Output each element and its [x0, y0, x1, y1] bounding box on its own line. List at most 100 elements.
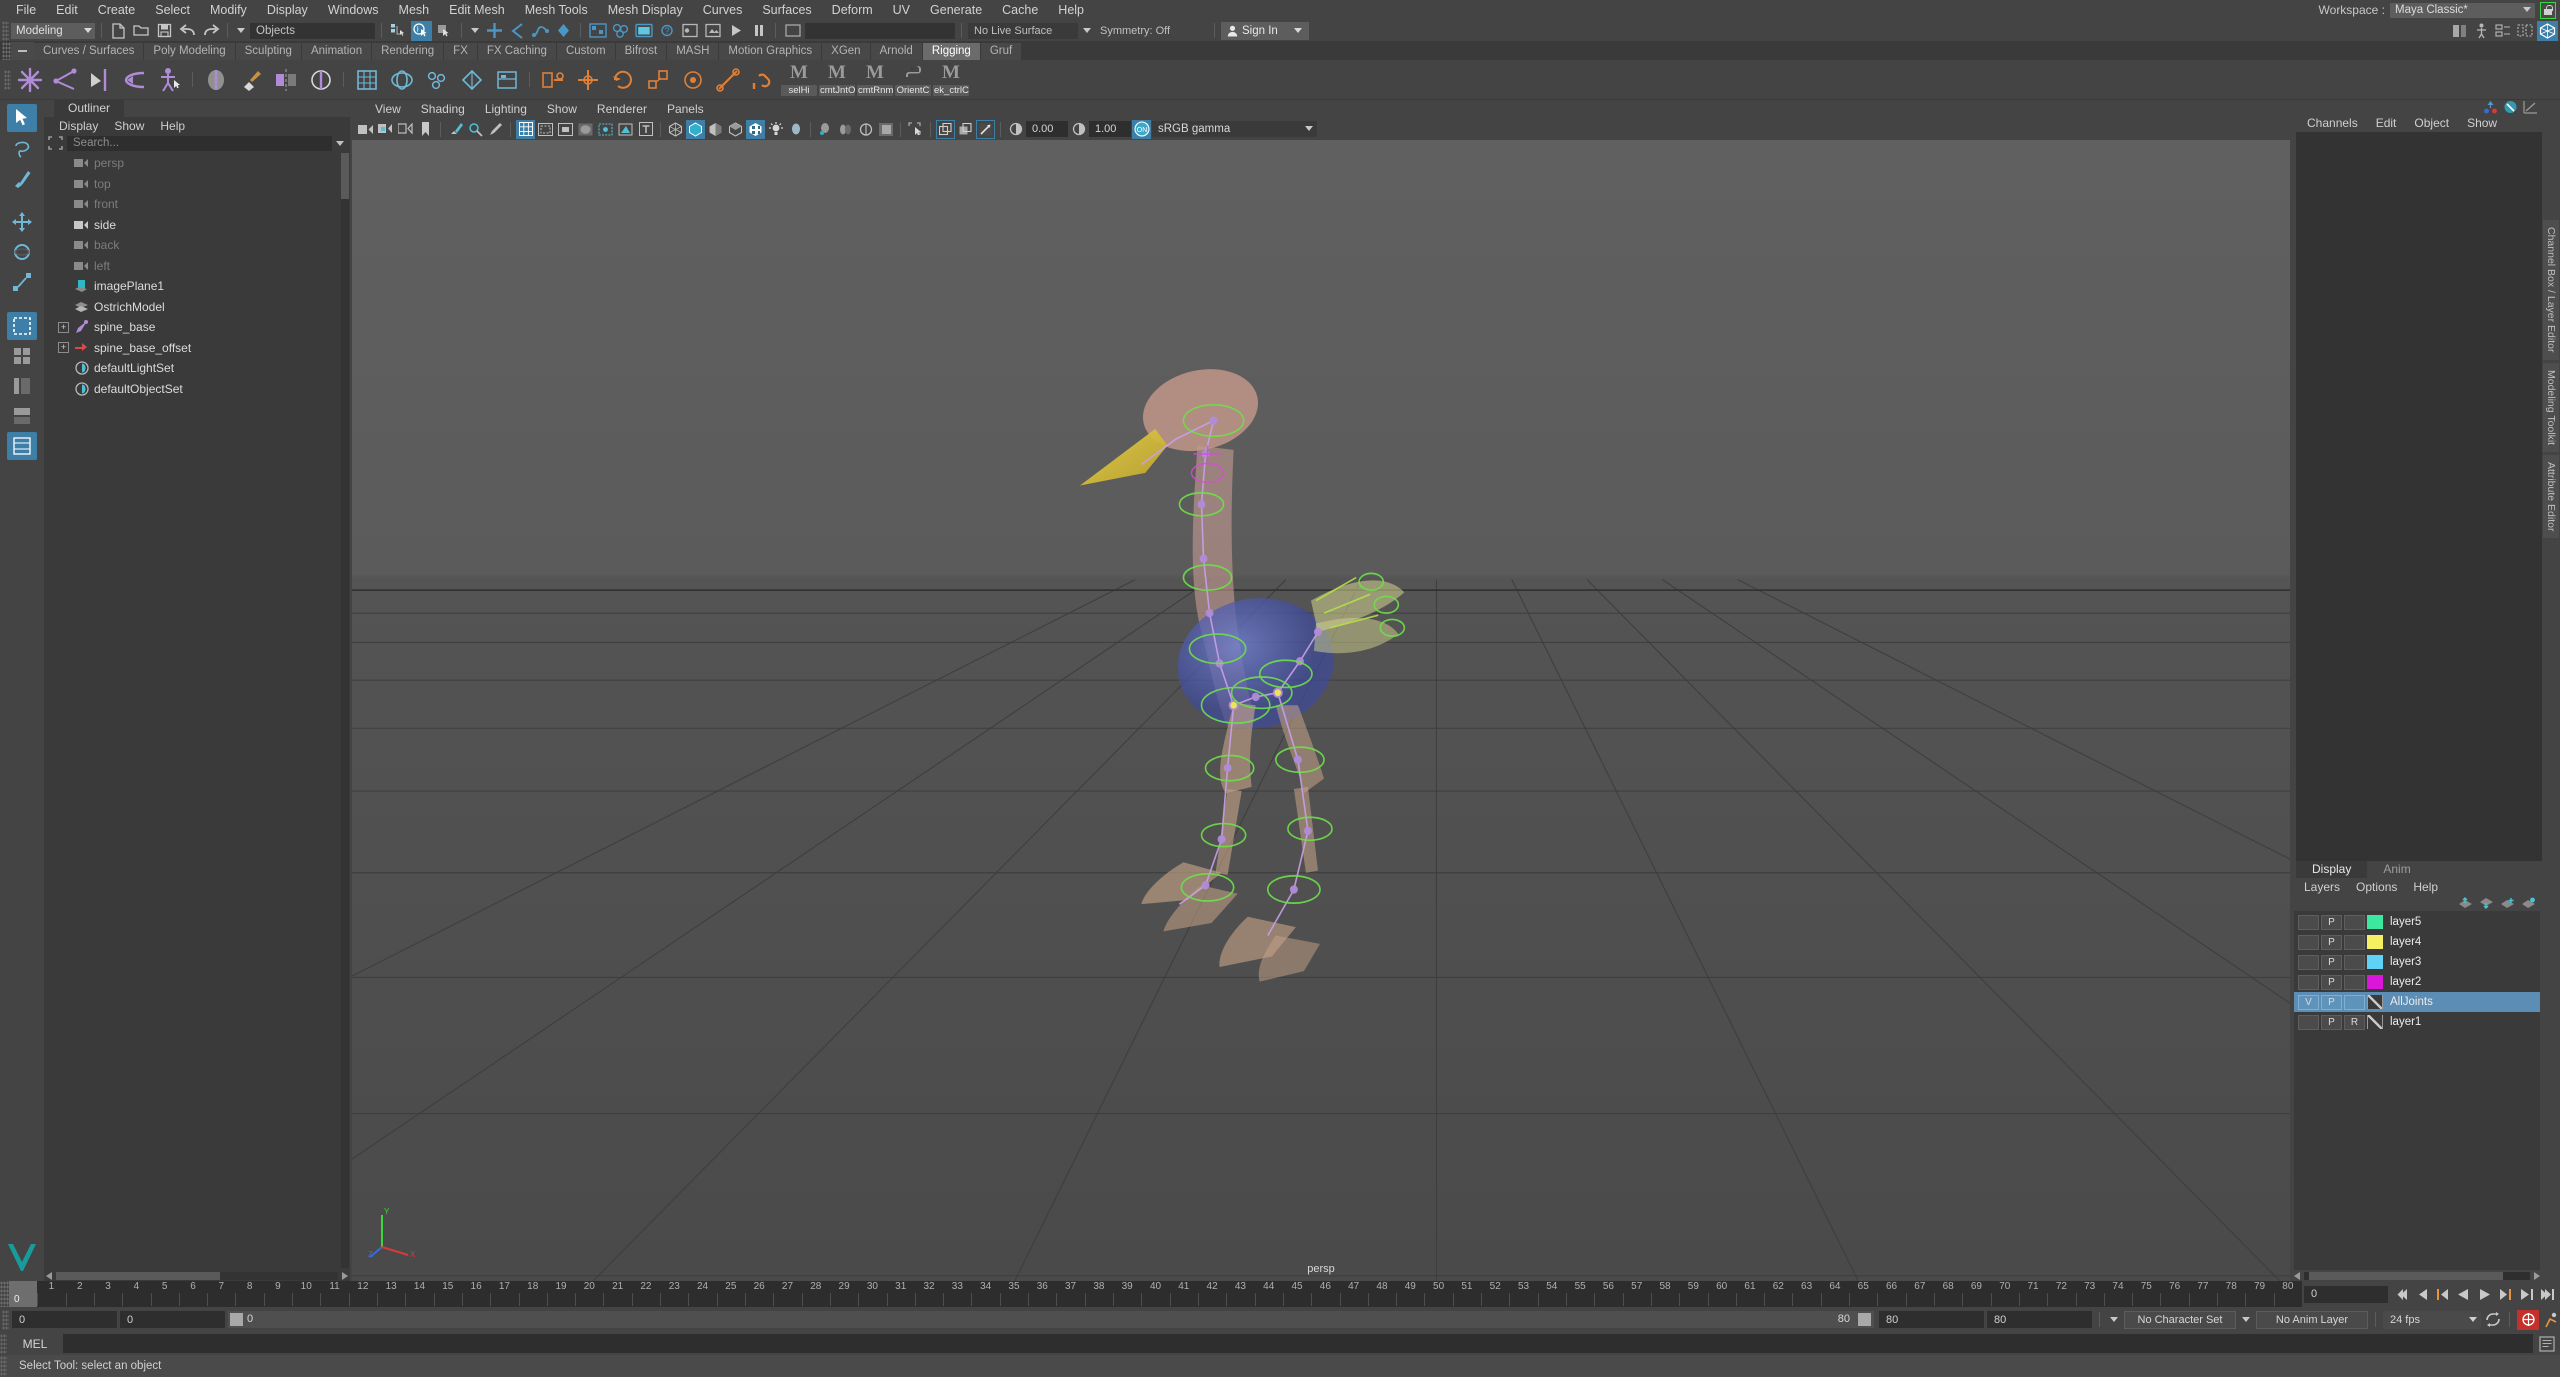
outliner-item-spine-base-offset[interactable]: + spine_base_offset: [44, 338, 350, 359]
viewport-menu-panels[interactable]: Panels: [658, 102, 713, 116]
layer-visibility-toggle[interactable]: [2298, 975, 2319, 990]
scrollbar-thumb[interactable]: [341, 153, 349, 199]
ik-spline-handle-icon[interactable]: [83, 63, 116, 97]
layer-playback-toggle[interactable]: P: [2321, 915, 2342, 930]
viewport-menu-view[interactable]: View: [366, 102, 410, 116]
channelbox-menu-edit[interactable]: Edit: [2367, 116, 2406, 130]
layer-playback-toggle[interactable]: P: [2321, 935, 2342, 950]
sign-in-button[interactable]: Sign In: [1221, 22, 1309, 40]
animation-preferences-button[interactable]: [2542, 1310, 2560, 1330]
scrollbar-thumb[interactable]: [56, 1272, 220, 1280]
chain-link-icon[interactable]: [746, 63, 779, 97]
menu-mesh[interactable]: Mesh: [389, 0, 440, 20]
menu-set-select[interactable]: Modeling: [11, 23, 95, 39]
wireframe-shading-icon[interactable]: [666, 120, 685, 139]
character-set-field[interactable]: No Character Set: [2124, 1311, 2236, 1329]
layer-name[interactable]: layer5: [2390, 916, 2421, 928]
layer-name[interactable]: AllJoints: [2390, 996, 2433, 1008]
scrollbar-thumb[interactable]: [2309, 1272, 2503, 1280]
joint-tool-icon[interactable]: [13, 63, 46, 97]
layer-list-horizontal-scrollbar[interactable]: [2292, 1270, 2542, 1281]
outliner-item-defaultlightset[interactable]: defaultLightSet: [44, 358, 350, 379]
channel-box-content[interactable]: [2296, 132, 2542, 861]
flat-shade-icon[interactable]: [726, 120, 745, 139]
table-row[interactable]: P R layer1: [2294, 1012, 2540, 1032]
layer-name[interactable]: layer3: [2390, 956, 2421, 968]
new-layer-icon[interactable]: [2500, 897, 2515, 909]
layer-playback-toggle[interactable]: P: [2321, 955, 2342, 970]
time-cursor[interactable]: 0: [9, 1281, 37, 1307]
layer-visibility-toggle[interactable]: V: [2298, 995, 2319, 1010]
layer-color-swatch[interactable]: [2367, 915, 2383, 929]
scale-tool-button[interactable]: [7, 268, 37, 296]
range-start-field[interactable]: 0: [120, 1311, 225, 1328]
resolution-gate-icon[interactable]: [556, 120, 575, 139]
outliner-item-imageplane1[interactable]: imagePlane1: [44, 276, 350, 297]
shelf-tab-poly-modeling[interactable]: Poly Modeling: [144, 43, 234, 60]
human-ik-button[interactable]: [2471, 21, 2492, 41]
isolate-select-icon[interactable]: [906, 120, 925, 139]
menu-select[interactable]: Select: [145, 0, 200, 20]
menu-create[interactable]: Create: [88, 0, 146, 20]
select-camera-icon[interactable]: [356, 120, 375, 139]
attribute-editor-button[interactable]: [2493, 21, 2514, 41]
menu-deform[interactable]: Deform: [822, 0, 883, 20]
menu-edit-mesh[interactable]: Edit Mesh: [439, 0, 515, 20]
exposure-field[interactable]: 0.00: [1026, 121, 1068, 137]
scroll-left-icon[interactable]: [46, 1272, 54, 1280]
image-plane-toggle-icon[interactable]: [446, 120, 465, 139]
layer-playback-toggle[interactable]: P: [2321, 1015, 2342, 1030]
snap-options-arrow-icon[interactable]: [471, 28, 479, 33]
scale-constraint-icon[interactable]: [641, 63, 674, 97]
lock-camera-icon[interactable]: [376, 120, 395, 139]
move-layer-down-icon[interactable]: [2479, 897, 2494, 909]
step-forward-frame-button[interactable]: [2496, 1284, 2514, 1304]
aim-constraint-icon[interactable]: [676, 63, 709, 97]
layer-display-type-toggle[interactable]: [2344, 935, 2365, 950]
outliner-item-persp[interactable]: persp: [44, 153, 350, 174]
menu-file[interactable]: File: [6, 0, 46, 20]
render-current-frame-button[interactable]: [610, 21, 631, 41]
menu-edit[interactable]: Edit: [46, 0, 88, 20]
outliner-item-front[interactable]: front: [44, 194, 350, 215]
pause-render-button[interactable]: [748, 21, 769, 41]
layer-name[interactable]: layer4: [2390, 936, 2421, 948]
xray-toggle-icon[interactable]: [596, 120, 615, 139]
grease-pencil-icon[interactable]: [486, 120, 505, 139]
select-by-hierarchy-button[interactable]: [388, 21, 409, 41]
layout-single-pane-button[interactable]: [7, 312, 37, 340]
character-set-arrow-icon[interactable]: [2110, 1317, 2118, 1322]
step-back-frame-button[interactable]: [2433, 1284, 2451, 1304]
channel-box-button[interactable]: [2515, 21, 2536, 41]
go-to-start-button[interactable]: [2391, 1284, 2409, 1304]
timeline-grip[interactable]: [0, 1281, 9, 1307]
layer-visibility-toggle[interactable]: [2298, 1015, 2319, 1030]
gate-mask-icon[interactable]: [576, 120, 595, 139]
menu-mesh-display[interactable]: Mesh Display: [598, 0, 693, 20]
channelbox-menu-show[interactable]: Show: [2458, 116, 2506, 130]
point-constraint-icon[interactable]: [571, 63, 604, 97]
outliner-item-spine-base[interactable]: + spine_base: [44, 317, 350, 338]
selection-mask-arrow-icon[interactable]: [237, 28, 245, 33]
snap-to-point-button[interactable]: [530, 21, 551, 41]
outliner-search-input[interactable]: Search...: [67, 136, 332, 151]
menu-help[interactable]: Help: [1048, 0, 1094, 20]
viewport-menu-shading[interactable]: Shading: [412, 102, 474, 116]
shelf-tab-arnold[interactable]: Arnold: [871, 43, 922, 60]
table-row[interactable]: P layer3: [2294, 952, 2540, 972]
command-language-label[interactable]: MEL: [9, 1337, 61, 1351]
menu-curves[interactable]: Curves: [693, 0, 753, 20]
cmdline-grip[interactable]: [0, 1334, 7, 1354]
play-backwards-button[interactable]: [2454, 1284, 2472, 1304]
new-layer-from-selected-icon[interactable]: [2521, 897, 2536, 909]
perspective-viewport[interactable]: Y X Z persp: [352, 140, 2290, 1281]
shelfrow-grip[interactable]: [4, 70, 11, 90]
outliner-tab[interactable]: Outliner: [54, 100, 124, 117]
viewport-display-icon[interactable]: [976, 120, 995, 139]
new-scene-button[interactable]: [108, 21, 129, 41]
tab-anim-layers[interactable]: Anim: [2367, 861, 2426, 878]
outliner-menu-help[interactable]: Help: [153, 119, 192, 133]
xray-joints-icon[interactable]: [616, 120, 635, 139]
playback-loop-button[interactable]: [2484, 1310, 2502, 1330]
tool-settings-button[interactable]: [2537, 21, 2558, 41]
